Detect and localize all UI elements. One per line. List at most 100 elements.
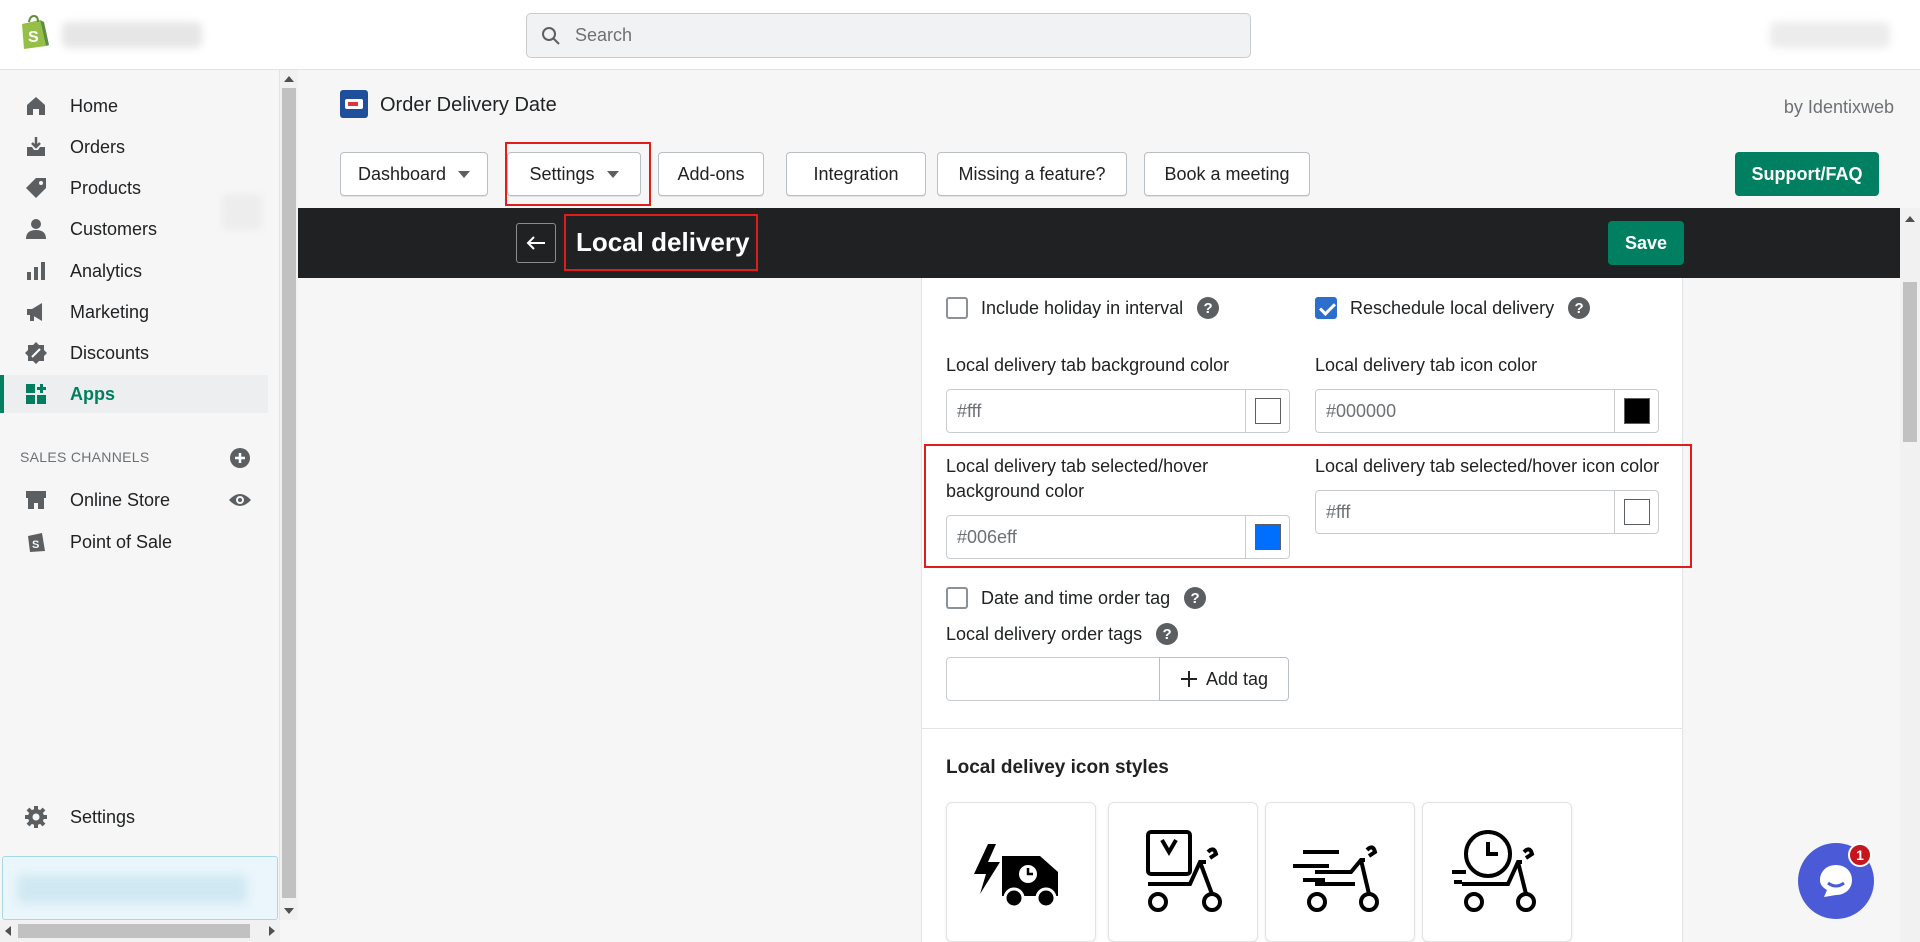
help-icon[interactable]: ? (1184, 587, 1207, 609)
tab-book-meeting-label: Book a meeting (1164, 163, 1290, 184)
back-button[interactable] (516, 223, 556, 263)
sidebar-horizontal-scrollbar[interactable] (0, 920, 280, 942)
app-developer: by Identixweb (1783, 97, 1894, 117)
highlight-box-settings (505, 142, 651, 206)
sidebar-item-label: Analytics (70, 260, 143, 281)
date-tag-checkbox[interactable] (946, 587, 968, 609)
tab-selected-icon-color-input[interactable]: #fff (1316, 491, 1614, 533)
search-input[interactable]: Search (526, 13, 1251, 58)
sidebar-item-point-of-sale[interactable]: S Point of Sale (0, 523, 268, 561)
sidebar-scrollbar[interactable] (280, 70, 298, 920)
sidebar-item-label: Home (70, 95, 119, 116)
help-icon[interactable]: ? (1197, 297, 1220, 319)
tab-icon-color-field[interactable]: #000000 (1315, 389, 1659, 433)
app-header: Order Delivery Date by Identixweb (298, 70, 1920, 142)
sidebar-item-analytics[interactable]: Analytics (0, 252, 268, 290)
store-name[interactable] (62, 22, 202, 48)
color-swatch[interactable] (1623, 398, 1650, 424)
sidebar-item-discounts[interactable]: Discounts (0, 334, 268, 372)
save-button[interactable]: Save (1608, 221, 1684, 265)
tab-icon-color-input[interactable]: #000000 (1316, 390, 1614, 432)
tab-selected-icon-color-label: Local delivery tab selected/hover icon c… (1315, 456, 1660, 476)
chevron-down-icon (458, 170, 471, 178)
sidebar-item-marketing[interactable]: Marketing (0, 293, 268, 331)
sidebar-item-label: Point of Sale (70, 531, 173, 552)
help-icon[interactable]: ? (1156, 623, 1179, 645)
shopify-logo-icon[interactable]: S (18, 14, 50, 50)
discount-icon (25, 342, 47, 364)
sidebar-item-customers[interactable]: Customers (0, 210, 268, 248)
order-tags-label: Local delivery order tags (946, 623, 1143, 644)
app-logo-icon (340, 90, 368, 118)
sidebar-item-products[interactable]: Products (0, 169, 268, 207)
user-menu[interactable] (1770, 22, 1890, 48)
reschedule-label: Reschedule local delivery (1350, 297, 1555, 318)
icon-styles-heading: Local delivey icon styles (946, 757, 1169, 778)
tab-bg-color-label: Local delivery tab background color (946, 355, 1230, 375)
tab-selected-bg-color-label: Local delivery tab selected/hover backgr… (946, 456, 1209, 501)
scooter-clock-icon (1452, 830, 1536, 912)
svg-text:S: S (32, 539, 39, 551)
tab-missing-feature[interactable]: Missing a feature? (937, 152, 1127, 196)
orders-icon (27, 137, 45, 156)
order-tags-label-row: Local delivery order tags ? (946, 623, 1179, 645)
reschedule-checkbox[interactable] (1315, 297, 1337, 319)
tab-missing-feature-label: Missing a feature? (958, 163, 1106, 184)
sidebar-footer-banner[interactable] (2, 856, 278, 920)
main-scrollbar[interactable] (1900, 208, 1920, 942)
delivery-icon-style-1[interactable] (946, 802, 1096, 942)
chat-bubble-icon (1820, 865, 1852, 897)
scooter-speed-icon (1293, 845, 1379, 912)
tab-addons[interactable]: Add-ons (658, 152, 764, 196)
plus-icon (1180, 671, 1197, 687)
include-holiday-checkbox-row[interactable]: Include holiday in interval ? (946, 297, 1220, 319)
top-bar: S Search (0, 0, 1920, 70)
tab-selected-bg-color-field[interactable]: #006eff (946, 515, 1290, 559)
color-swatch[interactable] (1254, 524, 1281, 550)
sidebar-item-label: Products (70, 177, 142, 198)
date-tag-checkbox-row[interactable]: Date and time order tag ? (946, 587, 1207, 609)
tab-icon-color-label: Local delivery tab icon color (1315, 355, 1538, 375)
sidebar-item-label: Orders (70, 136, 126, 157)
search-placeholder: Search (575, 25, 633, 45)
person-icon (26, 219, 46, 239)
sidebar-item-apps[interactable]: Apps (0, 375, 268, 413)
tab-selected-icon-color-field[interactable]: #fff (1315, 490, 1659, 534)
order-tag-input[interactable] (946, 657, 1160, 701)
tab-bg-color-input[interactable]: #fff (947, 390, 1245, 432)
reschedule-checkbox-row[interactable]: Reschedule local delivery ? (1315, 297, 1591, 319)
tab-bg-color-field[interactable]: #fff (946, 389, 1290, 433)
delivery-icon-style-2[interactable] (1108, 802, 1258, 942)
sales-channels-heading: SALES CHANNELS (20, 449, 150, 465)
gear-icon (25, 806, 47, 828)
pos-icon: S (28, 533, 45, 552)
color-swatch[interactable] (1254, 398, 1281, 424)
add-tag-button[interactable]: Add tag (1159, 657, 1289, 701)
sidebar-item-home[interactable]: Home (0, 87, 268, 125)
delivery-icon-style-4[interactable] (1422, 802, 1572, 942)
page-action-bar: Local delivery Save (298, 208, 1900, 278)
include-holiday-checkbox[interactable] (946, 297, 968, 319)
highlight-box-title (564, 214, 758, 271)
tab-integration[interactable]: Integration (786, 152, 926, 196)
sidebar-item-orders[interactable]: Orders (0, 128, 268, 166)
tag-icon (26, 178, 46, 198)
add-channel-icon[interactable] (229, 447, 251, 469)
sidebar-item-settings[interactable]: Settings (0, 798, 268, 836)
support-faq-button[interactable]: Support/FAQ (1735, 152, 1879, 196)
scooter-box-icon (1146, 830, 1222, 912)
megaphone-icon (27, 303, 42, 321)
sidebar-item-label: Discounts (70, 342, 150, 363)
delivery-icon-style-3[interactable] (1265, 802, 1415, 942)
help-icon[interactable]: ? (1568, 297, 1591, 319)
eye-icon[interactable] (228, 491, 252, 509)
chat-unread-badge: 1 (1848, 843, 1872, 867)
color-swatch[interactable] (1623, 499, 1650, 525)
tab-selected-bg-color-input[interactable]: #006eff (947, 516, 1245, 558)
tab-dashboard-label: Dashboard (357, 163, 447, 184)
store-icon (26, 491, 46, 509)
tab-dashboard[interactable]: Dashboard (340, 152, 488, 196)
sidebar-item-label: Apps (70, 383, 115, 404)
app-title: Order Delivery Date (380, 94, 557, 116)
tab-book-meeting[interactable]: Book a meeting (1144, 152, 1310, 196)
